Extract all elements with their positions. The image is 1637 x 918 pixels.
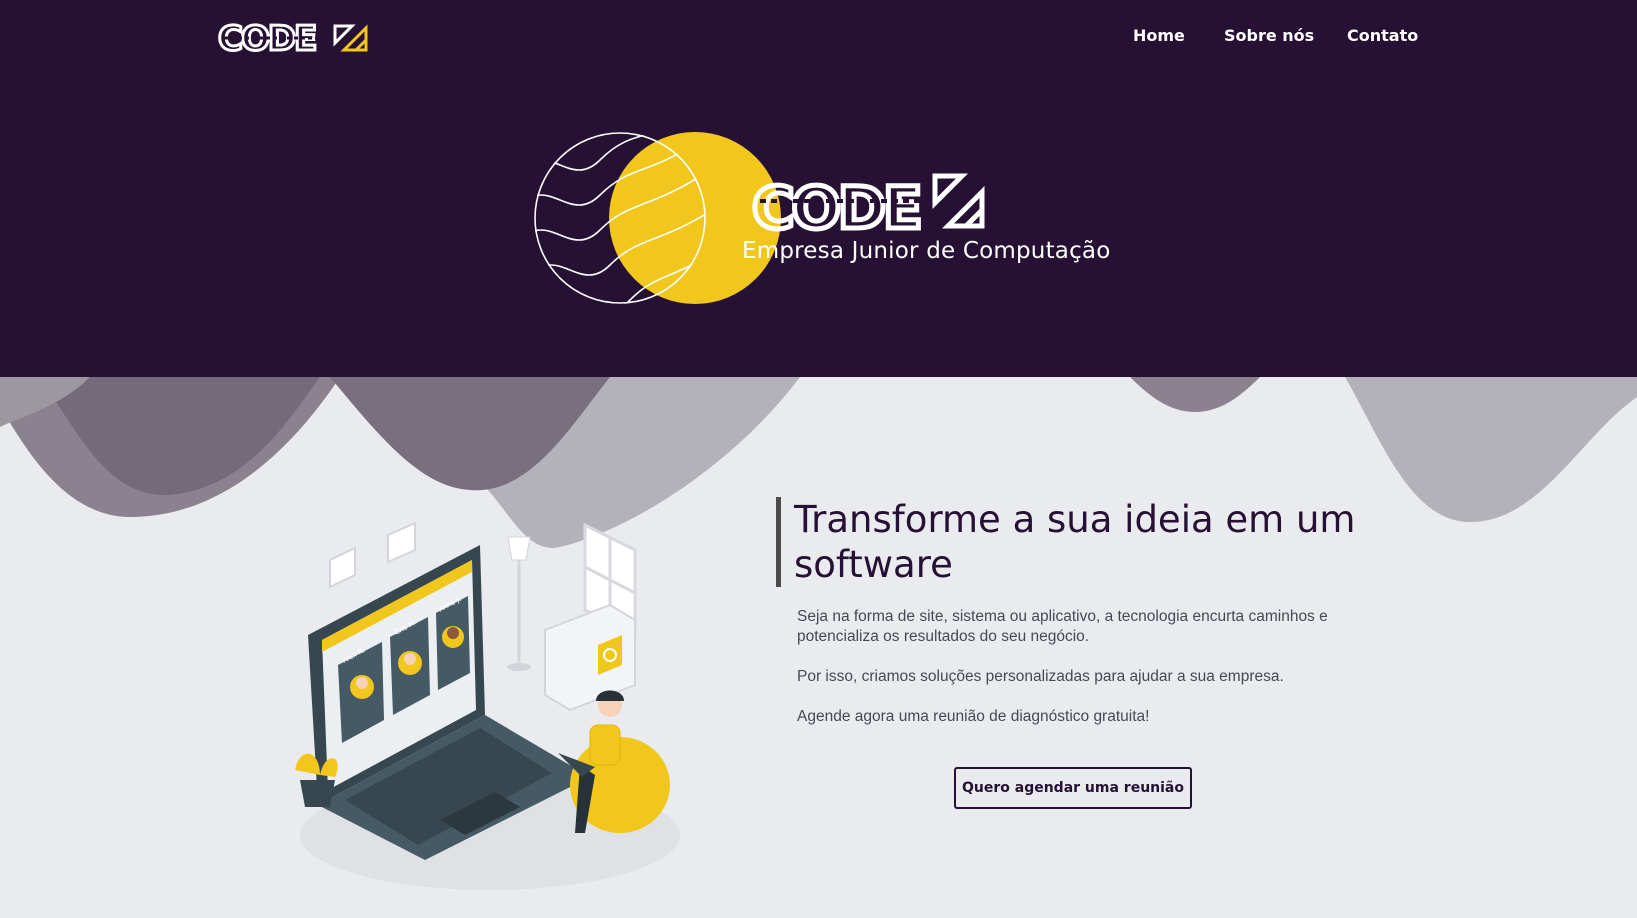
plant-icon [295, 753, 338, 807]
schedule-meeting-button[interactable]: Quero agendar uma reunião [954, 767, 1192, 809]
solutions-paragraph: Por isso, criamos soluções personalizada… [797, 668, 1284, 685]
svg-text:CODE: CODE [752, 174, 920, 242]
nav-item-contato[interactable]: Contato [1347, 26, 1418, 45]
lamp-icon [507, 536, 531, 671]
hero-logo-mark-icon [932, 173, 985, 229]
picture-frame-icon [387, 521, 416, 564]
nav-item-sobre-nos[interactable]: Sobre nós [1224, 26, 1314, 45]
picture-frame-icon [329, 546, 356, 589]
page-headline: Transforme a sua ideia em um software [794, 498, 1356, 586]
hero-logo: CODE [534, 132, 985, 304]
hero-tagline: Empresa Junior de Computação [742, 238, 1111, 264]
schedule-paragraph: Agende agora uma reunião de diagnóstico … [797, 708, 1150, 725]
headline-block: Transforme a sua ideia em um software [776, 497, 1394, 587]
main-nav: Home Sobre nós Contato [0, 26, 1637, 50]
header: CODE Home Sobre nós Contato CODE Empresa… [0, 0, 1637, 377]
video-call-illustration: Alex R. Cris M. Anne J. [295, 521, 680, 890]
nav-item-home[interactable]: Home [1133, 26, 1185, 45]
intro-paragraph: Seja na forma de site, sistema ou aplica… [797, 608, 1328, 645]
